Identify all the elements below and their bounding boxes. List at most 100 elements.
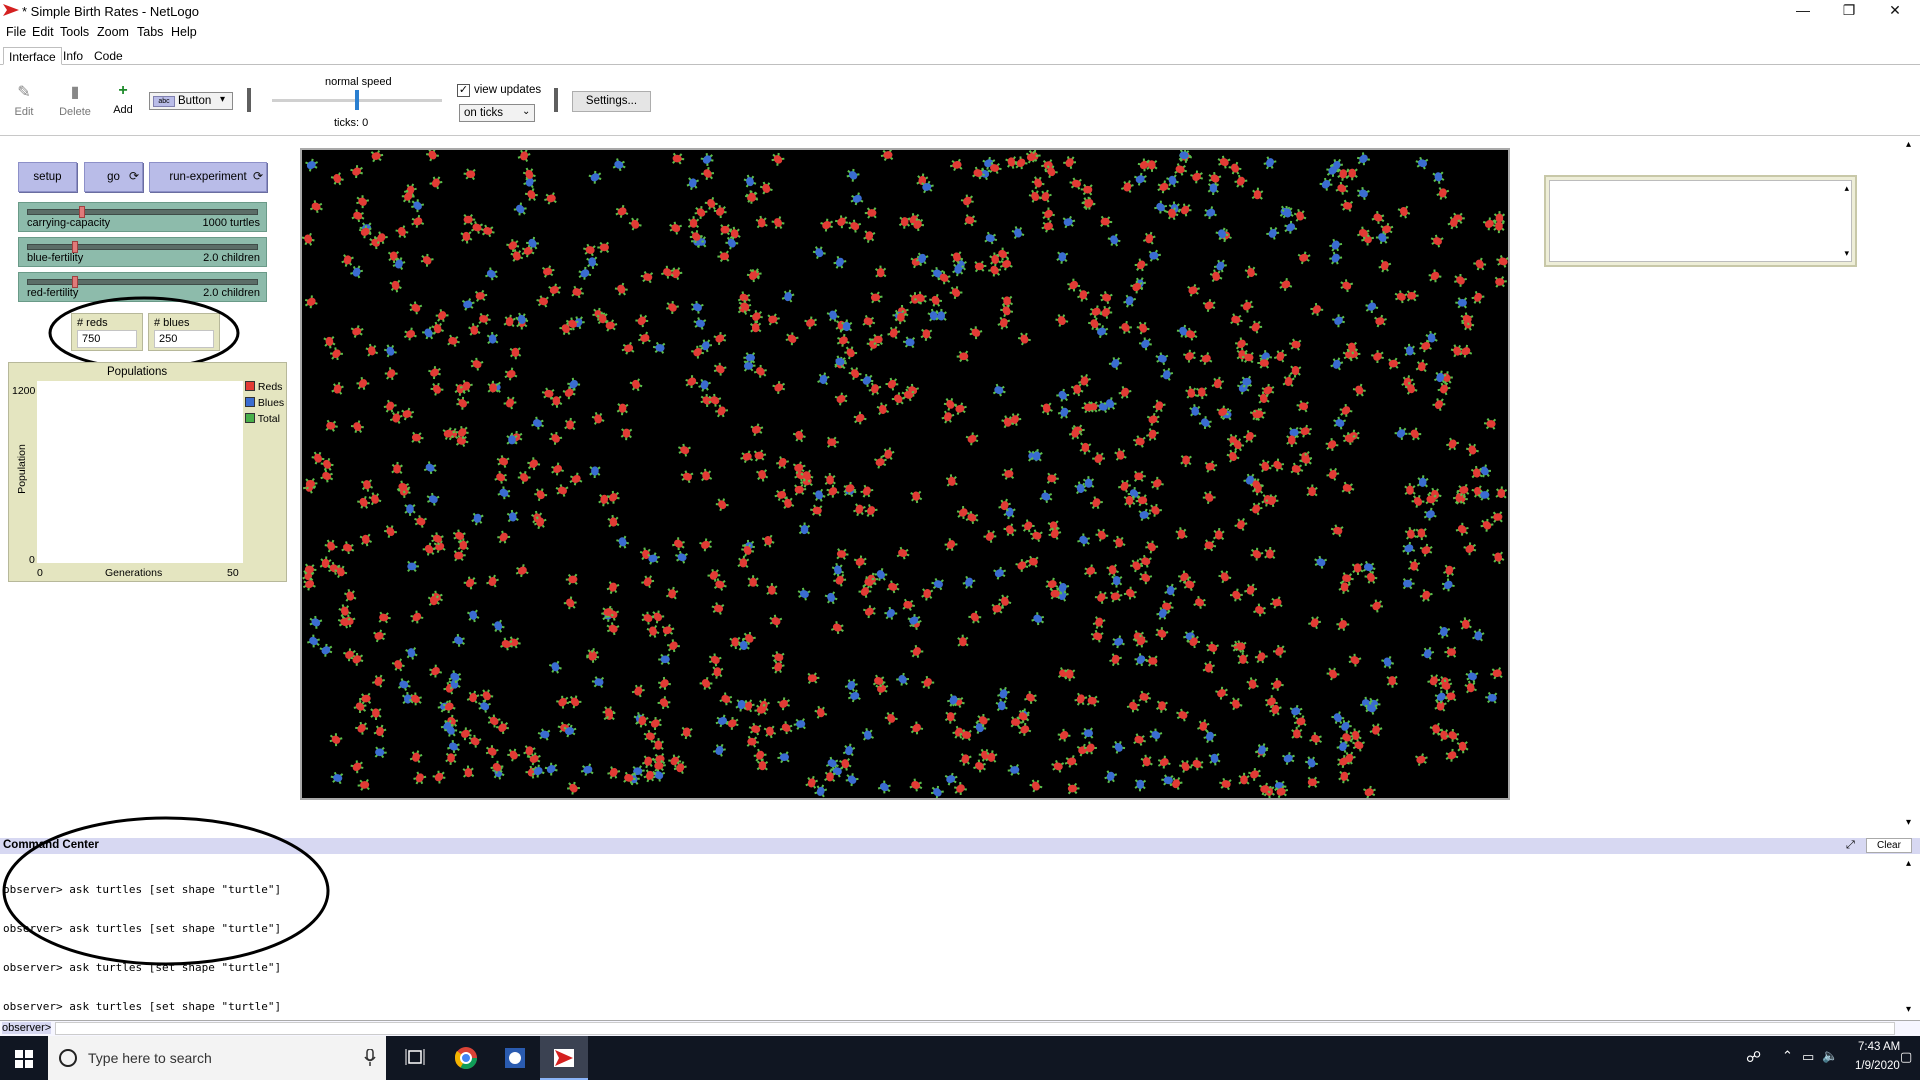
plot-ymax: 1200 (12, 385, 36, 397)
turtle (1003, 523, 1017, 537)
scroll-up-icon[interactable]: ▴ (1844, 183, 1849, 194)
chevron-up-icon[interactable]: ⌃ (1782, 1048, 1793, 1064)
scroll-up-icon[interactable]: ▴ (1906, 139, 1911, 150)
volume-icon[interactable]: 🔈 (1822, 1048, 1838, 1064)
task-view-icon[interactable] (392, 1036, 440, 1080)
menu-tools[interactable]: Tools (60, 25, 89, 39)
observer-prompt[interactable]: observer> (2, 1022, 52, 1034)
turtle (1211, 376, 1225, 390)
clear-button[interactable]: Clear (1866, 838, 1912, 853)
turtle (460, 231, 473, 244)
update-mode-dropdown[interactable]: on ticks ⌄ (459, 104, 535, 122)
go-button[interactable]: go ⟳ (84, 162, 143, 192)
add-button[interactable]: + Add (110, 82, 136, 116)
command-input-row: observer> (0, 1020, 1920, 1036)
blue-fertility-slider[interactable]: blue-fertility 2.0 children (18, 237, 267, 267)
turtle (1455, 297, 1468, 309)
network-icon[interactable]: ▭ (1802, 1049, 1814, 1065)
notification-icon[interactable]: ▢ (1900, 1049, 1912, 1065)
turtle (840, 319, 853, 332)
turtle (1341, 572, 1354, 585)
turtle (1202, 491, 1216, 504)
people-icon[interactable]: ☍ (1746, 1048, 1761, 1066)
turtle (1349, 728, 1362, 741)
chrome-icon[interactable] (442, 1036, 490, 1080)
annotation-ellipse (48, 296, 240, 370)
turtle (1234, 174, 1248, 188)
tab-info[interactable]: Info (58, 47, 88, 65)
turtle (1120, 180, 1134, 194)
tab-interface[interactable]: Interface (3, 47, 62, 65)
turtle (319, 643, 333, 657)
tab-code[interactable]: Code (89, 47, 128, 65)
turtle (463, 576, 477, 590)
title-bar: * Simple Birth Rates - NetLogo — ❐ ✕ (0, 0, 1920, 22)
output-text[interactable]: ▴ ▾ (1549, 180, 1852, 262)
turtle (1293, 208, 1307, 222)
command-input[interactable] (55, 1022, 1895, 1035)
clock-time[interactable]: 7:43 AM (1858, 1041, 1900, 1053)
world-view[interactable] (300, 148, 1510, 800)
scroll-down-icon[interactable]: ▾ (1906, 1004, 1911, 1015)
view-updates-checkbox[interactable]: ✓ (457, 84, 470, 97)
turtle (1011, 226, 1025, 239)
netlogo-taskbar-icon[interactable] (540, 1036, 588, 1080)
turtle (1106, 563, 1119, 577)
run-experiment-button[interactable]: run-experiment ⟳ (149, 162, 267, 192)
turtle (1490, 667, 1503, 680)
menu-tabs[interactable]: Tabs (137, 25, 163, 39)
setup-button[interactable]: setup (18, 162, 77, 192)
turtle (1123, 586, 1137, 600)
turtle (616, 535, 630, 549)
toolbar: ✎ Edit ▮ Delete + Add abc Button ▾ norma… (0, 66, 1920, 136)
turtle (846, 168, 860, 182)
windows-start-icon[interactable] (15, 1050, 33, 1068)
settings-button[interactable]: Settings... (572, 91, 651, 112)
turtle (1149, 728, 1163, 742)
scroll-down-icon[interactable]: ▾ (1844, 248, 1849, 259)
turtle (1341, 481, 1355, 495)
update-mode-value: on ticks (464, 107, 503, 119)
carrying-capacity-slider[interactable]: carrying-capacity 1000 turtles (18, 202, 267, 232)
scroll-up-icon[interactable]: ▴ (1906, 858, 1911, 869)
turtle (1133, 733, 1147, 746)
expand-icon[interactable]: ⤢ (1846, 839, 1855, 852)
turtle (463, 168, 476, 181)
turtle (323, 335, 336, 349)
app-icon[interactable] (491, 1036, 539, 1080)
turtle (974, 260, 987, 273)
turtle (693, 317, 707, 330)
run-experiment-button-label: run-experiment (169, 171, 247, 183)
menu-zoom[interactable]: Zoom (97, 25, 129, 39)
restore-button[interactable]: ❐ (1826, 0, 1872, 22)
edit-button[interactable]: ✎ Edit (12, 82, 36, 118)
minimize-button[interactable]: — (1780, 0, 1826, 22)
turtle (1064, 755, 1078, 768)
annotation-ellipse (2, 816, 330, 966)
speed-slider-thumb[interactable] (355, 90, 359, 110)
turtle (648, 717, 662, 730)
clock-date[interactable]: 1/9/2020 (1855, 1060, 1900, 1072)
turtle (1414, 753, 1428, 766)
turtle (1428, 269, 1442, 283)
turtle (756, 469, 769, 482)
menu-help[interactable]: Help (171, 25, 197, 39)
turtle (1154, 200, 1168, 214)
turtle (1176, 708, 1189, 722)
turtle (1443, 564, 1456, 578)
turtle (921, 675, 935, 689)
delete-button[interactable]: ▮ Delete (57, 82, 93, 118)
taskbar-search[interactable]: Type here to search (48, 1036, 386, 1080)
menu-edit[interactable]: Edit (32, 25, 54, 39)
widget-type-dropdown[interactable]: abc Button ▾ (149, 92, 233, 110)
turtle (1465, 669, 1479, 683)
turtle (350, 760, 364, 774)
turtle (817, 372, 830, 386)
menu-file[interactable]: File (6, 25, 26, 39)
turtle (896, 672, 910, 686)
turtle (1369, 723, 1383, 737)
microphone-icon[interactable] (364, 1049, 376, 1067)
turtle (480, 689, 494, 703)
close-button[interactable]: ✕ (1872, 0, 1918, 22)
scroll-down-icon[interactable]: ▾ (1906, 817, 1911, 828)
